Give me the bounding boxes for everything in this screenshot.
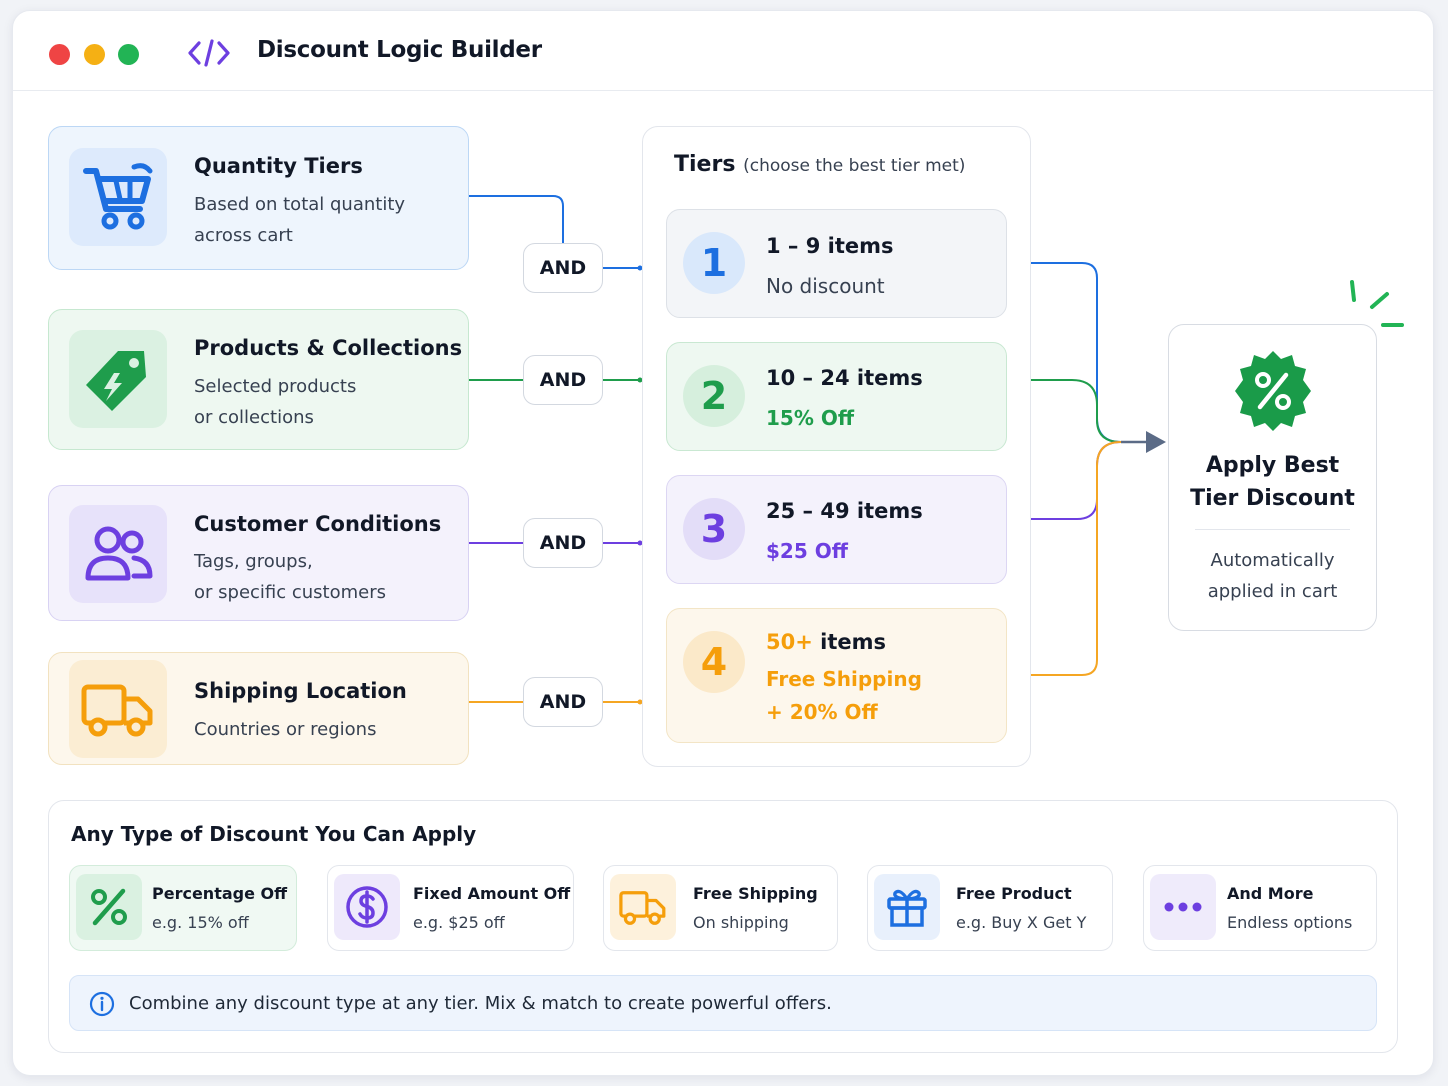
- condition-title: Products & Collections: [194, 336, 463, 360]
- discount-type-percentage-off[interactable]: Percentage Off e.g. 15% off: [69, 865, 297, 951]
- tier-reward-extra: + 20% Off: [766, 700, 878, 724]
- tiers-panel-title: Tiers (choose the best tier met): [674, 152, 966, 177]
- tier-number: 2: [683, 365, 745, 427]
- tier-reward: $25 Off: [766, 539, 848, 563]
- info-text: Combine any discount type at any tier. M…: [129, 993, 832, 1014]
- discount-type-name: Free Product: [956, 884, 1072, 903]
- tier-range: 10 – 24 items: [766, 366, 923, 390]
- condition-customer-conditions[interactable]: Customer Conditions Tags, groups, or spe…: [48, 485, 469, 621]
- tier-reward: Free Shipping: [766, 667, 922, 691]
- close-window-button[interactable]: [49, 44, 70, 65]
- info-bar: Combine any discount type at any tier. M…: [69, 975, 1377, 1031]
- truck-icon: [610, 874, 676, 940]
- discount-type-example: Endless options: [1227, 913, 1353, 932]
- discount-types-title: Any Type of Discount You Can Apply: [71, 822, 477, 846]
- condition-products-collections[interactable]: Products & Collections Selected products…: [48, 309, 469, 450]
- shopping-cart-icon: [69, 148, 167, 246]
- discount-type-free-shipping[interactable]: Free Shipping On shipping: [603, 865, 838, 951]
- discount-type-fixed-amount-off[interactable]: Fixed Amount Off e.g. $25 off: [327, 865, 574, 951]
- condition-subtitle: Countries or regions: [194, 719, 377, 740]
- maximize-window-button[interactable]: [118, 44, 139, 65]
- discount-type-name: Percentage Off: [152, 884, 288, 903]
- info-icon: [89, 991, 115, 1017]
- and-connector: AND: [523, 355, 603, 405]
- condition-shipping-location[interactable]: Shipping Location Countries or regions: [48, 652, 469, 765]
- price-tag-icon: [69, 330, 167, 428]
- discount-type-name: And More: [1227, 884, 1314, 903]
- discount-type-example: e.g. 15% off: [152, 913, 249, 932]
- gift-icon: [874, 874, 940, 940]
- discount-type-free-product[interactable]: Free Product e.g. Buy X Get Y: [867, 865, 1113, 951]
- result-title: Apply Best Tier Discount: [1190, 453, 1355, 511]
- and-connector: AND: [523, 518, 603, 568]
- condition-title: Customer Conditions: [194, 512, 442, 536]
- discount-type-example: e.g. $25 off: [413, 913, 505, 932]
- truck-icon: [69, 660, 167, 758]
- condition-title: Quantity Tiers: [194, 154, 363, 178]
- discount-type-name: Free Shipping: [693, 884, 818, 903]
- discount-type-name: Fixed Amount Off: [413, 884, 571, 903]
- tier-range: 50+ items: [766, 630, 886, 654]
- tier-range: 25 – 49 items: [766, 499, 923, 523]
- and-connector: AND: [523, 677, 603, 727]
- tier-number: 1: [683, 232, 745, 294]
- discount-type-example: On shipping: [693, 913, 789, 932]
- more-dots-icon: [1150, 874, 1216, 940]
- condition-subtitle: Selected products or collections: [194, 376, 357, 428]
- result-subtitle: Automatically applied in cart: [1207, 550, 1338, 602]
- tier-card-3[interactable]: 3 25 – 49 items $25 Off: [666, 475, 1007, 584]
- code-icon: [188, 39, 230, 67]
- condition-quantity-tiers[interactable]: Quantity Tiers Based on total quantity a…: [48, 126, 469, 270]
- users-icon: [69, 505, 167, 603]
- tier-number: 4: [683, 631, 745, 693]
- app-title: Discount Logic Builder: [257, 37, 542, 63]
- percent-icon: [76, 874, 142, 940]
- tier-card-2[interactable]: 2 10 – 24 items 15% Off: [666, 342, 1007, 451]
- discount-type-example: e.g. Buy X Get Y: [956, 913, 1087, 932]
- title-bar: Discount Logic Builder: [13, 11, 1433, 91]
- divider: [1195, 529, 1350, 530]
- apply-best-tier-card: Apply Best Tier Discount Automatically a…: [1168, 324, 1377, 631]
- tier-number: 3: [683, 498, 745, 560]
- and-connector: AND: [523, 243, 603, 293]
- tier-range: 1 – 9 items: [766, 234, 894, 258]
- tier-reward: No discount: [766, 274, 885, 298]
- condition-subtitle: Based on total quantity across cart: [194, 194, 406, 246]
- condition-title: Shipping Location: [194, 679, 407, 703]
- minimize-window-button[interactable]: [84, 44, 105, 65]
- percent-badge-icon: [1235, 351, 1311, 431]
- dollar-coin-icon: [334, 874, 400, 940]
- tier-reward: 15% Off: [766, 406, 855, 430]
- tier-card-1[interactable]: 1 1 – 9 items No discount: [666, 209, 1007, 318]
- discount-type-and-more[interactable]: And More Endless options: [1143, 865, 1377, 951]
- condition-subtitle: Tags, groups, or specific customers: [194, 551, 387, 603]
- tier-card-4[interactable]: 4 50+ items Free Shipping + 20% Off: [666, 608, 1007, 743]
